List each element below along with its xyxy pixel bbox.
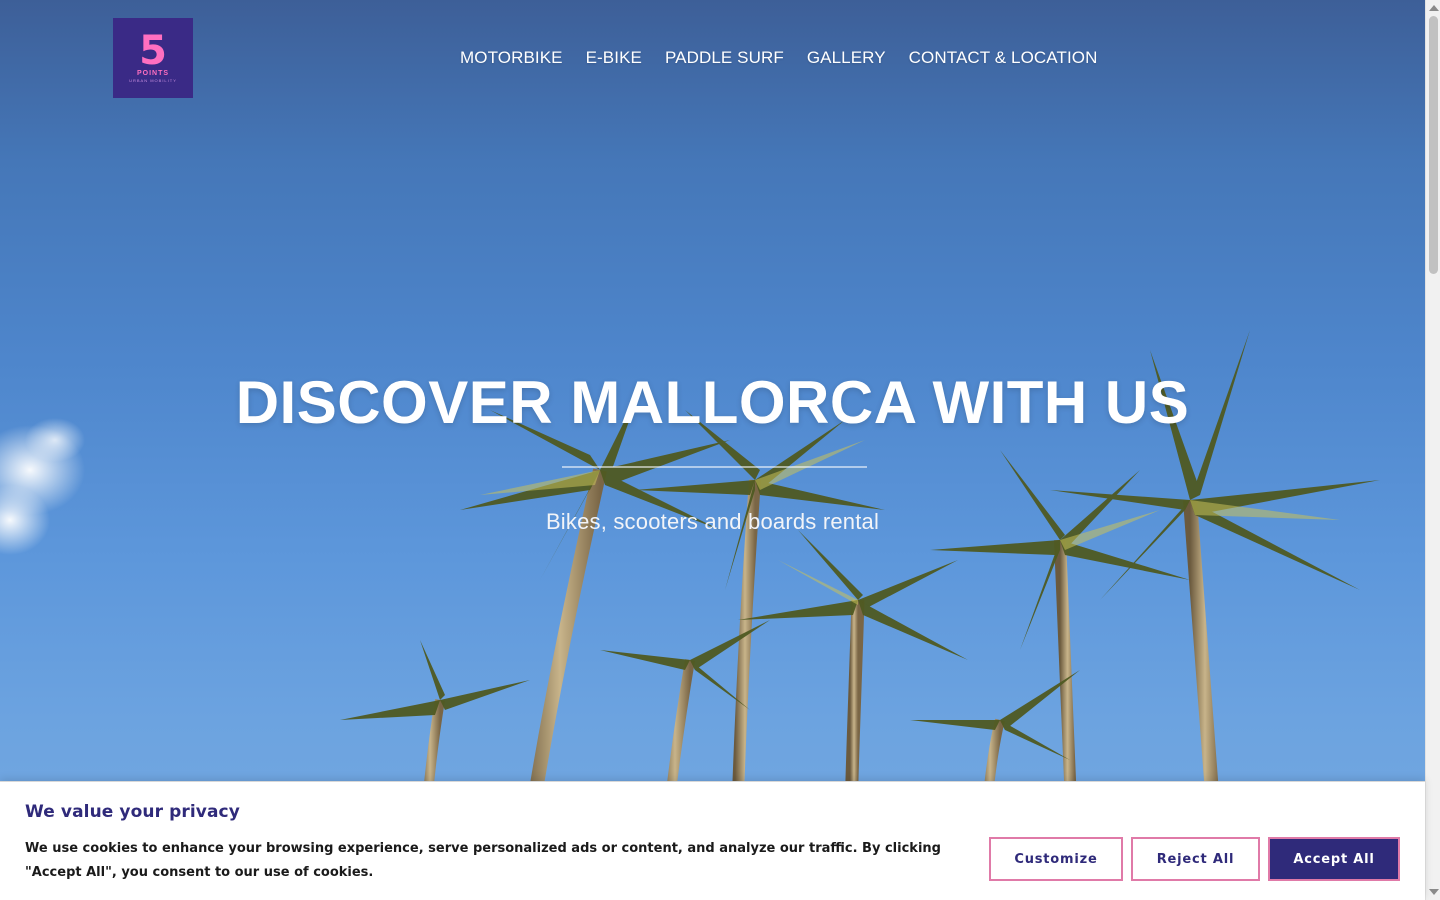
nav-item-motorbike[interactable]: MOTORBIKE [460,48,563,68]
cookie-banner-title: We value your privacy [25,802,240,822]
hero-section: 5 POINTS URBAN MOBILITY MOTORBIKE E-BIKE… [0,0,1425,900]
main-navigation: MOTORBIKE E-BIKE PADDLE SURF GALLERY CON… [460,48,1097,68]
cookie-consent-banner: We value your privacy We use cookies to … [0,781,1425,900]
nav-item-contact-location[interactable]: CONTACT & LOCATION [909,48,1098,68]
cookie-banner-text: We use cookies to enhance your browsing … [25,841,941,880]
reject-all-button[interactable]: Reject All [1131,837,1260,881]
hero-subtitle: Bikes, scooters and boards rental [545,509,880,534]
logo-word: POINTS [136,70,170,77]
hero-divider [562,466,867,468]
scroll-up-arrow-icon[interactable] [1429,5,1439,11]
scrollbar-thumb[interactable] [1429,16,1438,274]
palm-trees-background-image [0,330,1380,900]
nav-item-gallery[interactable]: GALLERY [807,48,886,68]
nav-item-paddle-surf[interactable]: PADDLE SURF [665,48,784,68]
logo-tagline: URBAN MOBILITY [129,78,177,83]
scroll-down-arrow-icon[interactable] [1429,889,1439,895]
customize-button[interactable]: Customize [989,837,1123,881]
accept-all-button[interactable]: Accept All [1268,837,1400,881]
nav-item-e-bike[interactable]: E-BIKE [586,48,642,68]
logo-number: 5 [139,28,167,74]
vertical-scrollbar[interactable] [1425,0,1440,900]
brand-logo[interactable]: 5 POINTS URBAN MOBILITY [113,18,193,98]
hero-title: DISCOVER MALLORCA WITH US [235,369,1190,436]
